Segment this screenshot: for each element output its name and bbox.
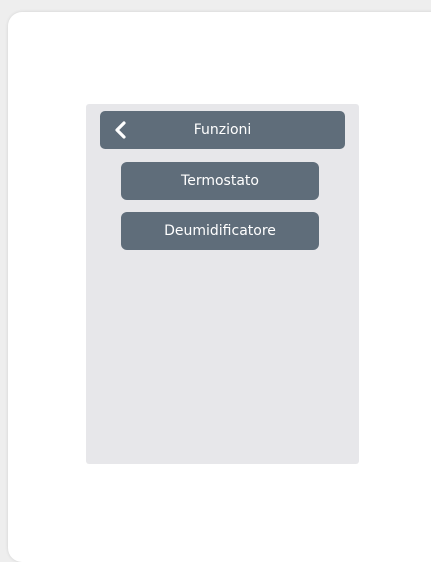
termostato-button[interactable]: Termostato — [121, 162, 319, 200]
back-button[interactable] — [108, 116, 132, 144]
deumidificatore-button[interactable]: Deumidificatore — [121, 212, 319, 250]
chevron-left-icon — [115, 121, 126, 139]
page-title: Funzioni — [193, 122, 252, 138]
functions-panel — [86, 104, 359, 464]
header-bar: Funzioni — [100, 111, 345, 149]
